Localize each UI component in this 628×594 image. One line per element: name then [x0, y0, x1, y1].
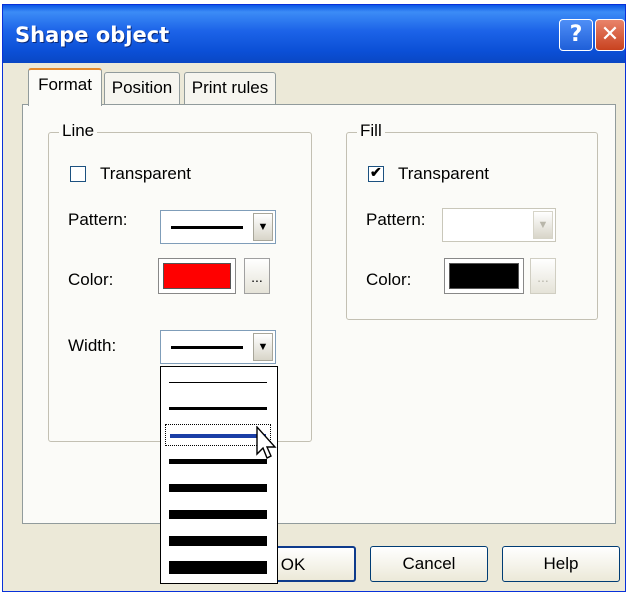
- line-pattern-label: Pattern:: [68, 210, 128, 229]
- line-pattern-sample: [171, 226, 243, 229]
- tab-format[interactable]: Format: [28, 68, 102, 106]
- checkmark-icon: ✔: [370, 164, 382, 180]
- fill-group-title: Fill: [357, 121, 385, 141]
- fill-color-label: Color:: [366, 270, 412, 289]
- width-option[interactable]: [165, 398, 271, 420]
- width-option[interactable]: [165, 530, 271, 552]
- tab-print-rules[interactable]: Print rules: [184, 72, 276, 104]
- line-color-label: Color:: [68, 270, 114, 289]
- width-option-line: [169, 407, 267, 410]
- fill-pattern-label: Pattern:: [366, 210, 426, 229]
- line-group-title: Line: [59, 121, 98, 141]
- width-option-line: [169, 381, 267, 383]
- fill-pattern-select[interactable]: ▼: [442, 208, 556, 242]
- fill-color-more-button[interactable]: ...: [530, 258, 556, 294]
- title-bar[interactable]: Shape object ? ✕: [3, 5, 625, 63]
- help-icon[interactable]: ?: [559, 19, 593, 51]
- line-transparent-label: Transparent: [100, 164, 192, 183]
- line-color-more-button[interactable]: ...: [244, 258, 270, 294]
- width-option-line: [169, 535, 267, 547]
- width-option-line: [169, 510, 267, 519]
- chevron-down-icon[interactable]: ▼: [253, 213, 273, 241]
- width-option[interactable]: [165, 477, 271, 499]
- tab-position[interactable]: Position: [104, 72, 180, 104]
- line-width-dropdown-list[interactable]: [160, 366, 278, 584]
- cancel-button[interactable]: Cancel: [370, 546, 488, 582]
- width-option[interactable]: [165, 371, 271, 393]
- width-option-line: [169, 458, 267, 465]
- width-option[interactable]: [165, 504, 271, 526]
- mouse-pointer-icon: [256, 426, 277, 459]
- width-option-line: [169, 484, 267, 492]
- line-width-sample: [171, 346, 243, 349]
- chevron-down-icon[interactable]: ▼: [253, 333, 273, 361]
- fill-transparent-label: Transparent: [398, 164, 490, 183]
- width-option-line: [170, 433, 266, 439]
- line-width-select[interactable]: ▼: [160, 330, 276, 364]
- dialog-title: Shape object: [15, 23, 170, 47]
- chevron-down-icon[interactable]: ▼: [533, 211, 553, 239]
- line-color-swatch[interactable]: [158, 258, 236, 294]
- fill-transparent-checkbox[interactable]: ✔: [368, 164, 384, 182]
- line-transparent-checkbox[interactable]: [70, 166, 86, 182]
- width-option[interactable]: [165, 557, 271, 579]
- fill-color-swatch[interactable]: [444, 258, 524, 294]
- line-pattern-select[interactable]: ▼: [160, 210, 276, 244]
- fill-color-fill: [449, 263, 519, 289]
- line-width-label: Width:: [68, 336, 117, 355]
- width-option-line: [169, 561, 267, 574]
- close-icon[interactable]: ✕: [595, 19, 625, 51]
- help-button[interactable]: Help: [502, 546, 620, 582]
- line-color-fill: [163, 263, 231, 289]
